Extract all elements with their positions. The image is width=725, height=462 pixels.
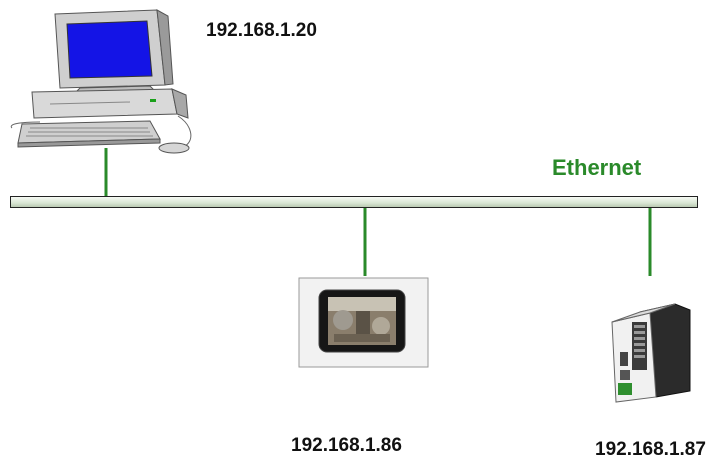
touch-panel-ip-label: 192.168.1.86 bbox=[291, 435, 402, 456]
plc-ip-label: 192.168.1.87 bbox=[595, 439, 706, 460]
ethernet-label: Ethernet bbox=[552, 155, 642, 180]
desktop-computer-icon bbox=[10, 9, 192, 154]
plc-controller-icon bbox=[611, 303, 691, 403]
pc-ip-label: 192.168.1.20 bbox=[206, 20, 317, 41]
ethernet-bus bbox=[10, 196, 698, 208]
network-diagram bbox=[10, 9, 691, 403]
touch-panel-hmi-icon bbox=[298, 277, 429, 368]
